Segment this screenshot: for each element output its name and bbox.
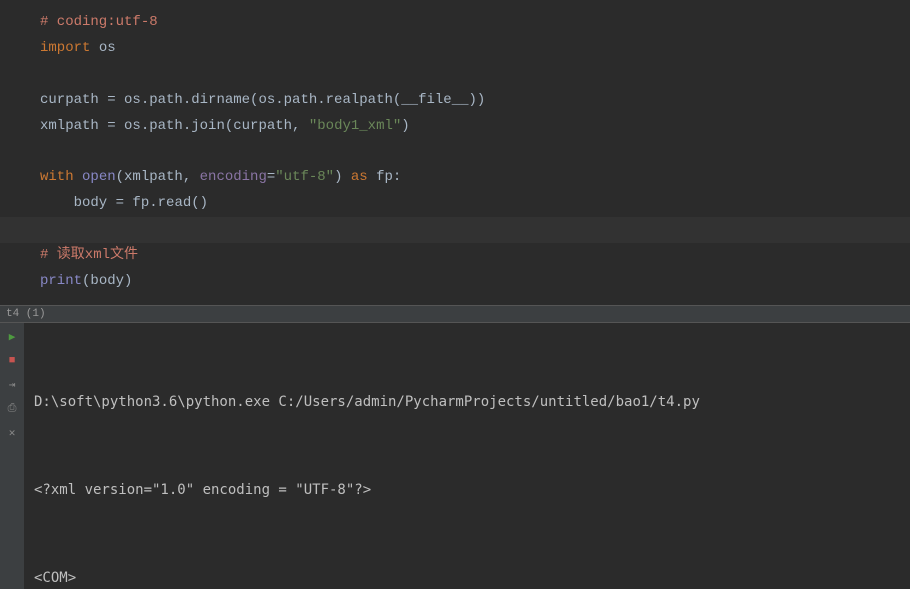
var: curpath: [40, 92, 107, 108]
comment: # 读取xml文件: [40, 247, 138, 263]
expr: (body): [82, 273, 132, 289]
keyword-with: with: [40, 169, 74, 185]
console-line: <COM>: [34, 564, 900, 589]
console-line: D:\soft\python3.6\python.exe C:/Users/ad…: [34, 388, 900, 417]
builtin-print: print: [40, 273, 82, 289]
console-pane: ▶ ■ ⇥ ⎙ ✕ D:\soft\python3.6\python.exe C…: [0, 323, 910, 589]
op: =: [107, 92, 115, 108]
op: =: [267, 169, 275, 185]
keyword-import: import: [40, 40, 90, 56]
kwarg-encoding: encoding: [200, 169, 267, 185]
op: =: [116, 195, 124, 211]
stop-icon[interactable]: ■: [4, 353, 20, 369]
code-editor[interactable]: # coding:utf-8 import os curpath = os.pa…: [0, 0, 910, 305]
var: xmlpath: [40, 118, 107, 134]
space: [74, 169, 82, 185]
close-icon[interactable]: ✕: [4, 425, 20, 441]
current-line: [0, 217, 910, 243]
tab-bar[interactable]: t4 (1): [0, 305, 910, 323]
keyword-as: as: [351, 169, 368, 185]
tab-label[interactable]: t4 (1): [6, 308, 46, 320]
module-os: os: [90, 40, 115, 56]
expr: (xmlpath,: [116, 169, 200, 185]
op: =: [107, 118, 115, 134]
print-icon[interactable]: ⎙: [4, 401, 20, 417]
step-icon[interactable]: ⇥: [4, 377, 20, 393]
comment: # coding:utf-8: [40, 14, 158, 30]
rerun-icon[interactable]: ▶: [4, 329, 20, 345]
expr: fp:: [368, 169, 402, 185]
expr: ): [401, 118, 409, 134]
var: body: [40, 195, 116, 211]
console-output[interactable]: D:\soft\python3.6\python.exe C:/Users/ad…: [24, 323, 910, 589]
console-line: <?xml version="1.0" encoding = "UTF-8"?>: [34, 476, 900, 505]
expr: os.path.join(curpath,: [116, 118, 309, 134]
string: "utf-8": [275, 169, 334, 185]
console-toolbar: ▶ ■ ⇥ ⎙ ✕: [0, 323, 24, 589]
builtin-open: open: [82, 169, 116, 185]
dunder-file: __file__: [401, 92, 468, 108]
expr: fp.read(): [124, 195, 208, 211]
expr: )): [469, 92, 486, 108]
expr: os.path.dirname(os.path.realpath(: [116, 92, 402, 108]
string: "body1_xml": [309, 118, 401, 134]
expr: ): [334, 169, 351, 185]
